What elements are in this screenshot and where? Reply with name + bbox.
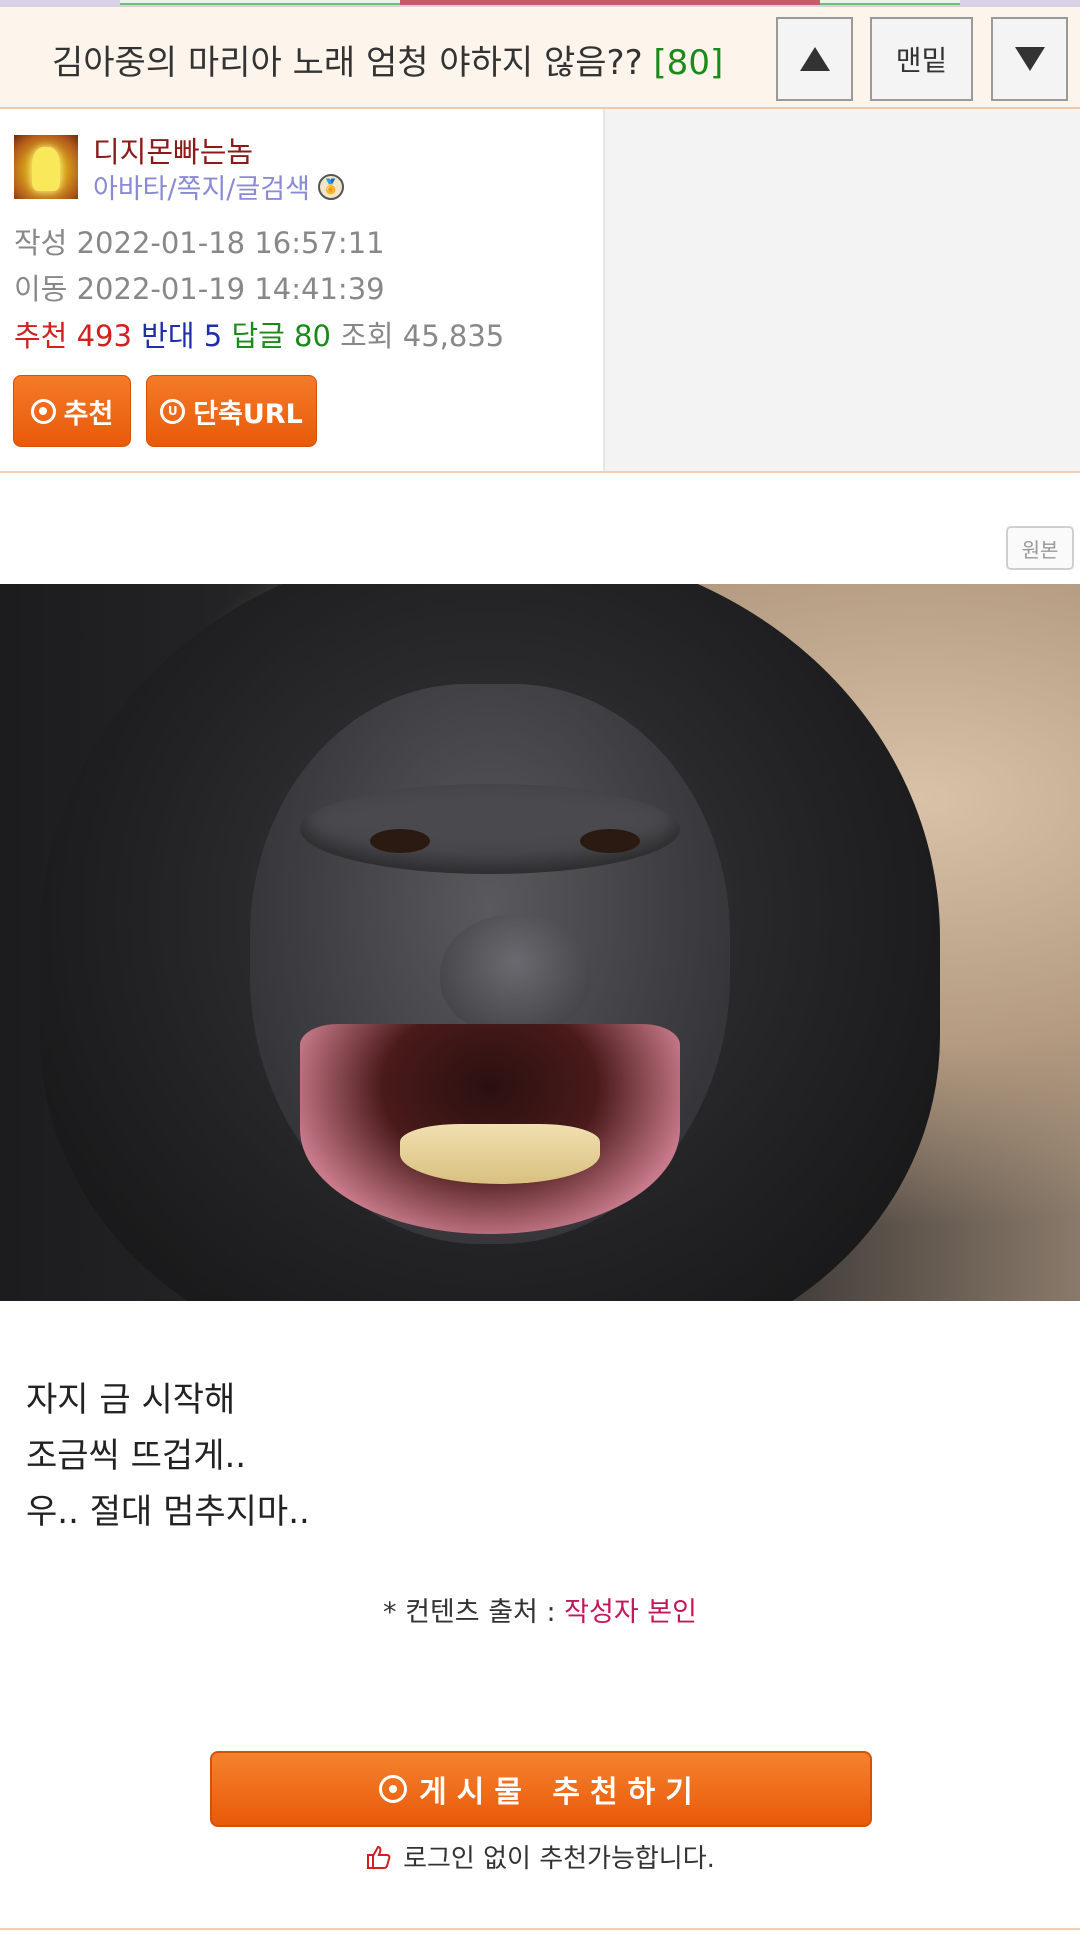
reply-label: 답글	[231, 319, 285, 353]
image-ape-eye-left	[370, 829, 430, 853]
content-source: * 컨텐츠 출처 : 작성자 본인	[0, 1590, 1080, 1629]
moved-label: 이동	[14, 272, 68, 306]
oppose-label: 반대	[141, 319, 195, 353]
views-count: 45,835	[402, 319, 505, 353]
top-strip-bar	[400, 0, 820, 5]
views-label: 조회	[340, 319, 394, 353]
avatar[interactable]	[14, 135, 78, 199]
recommend-circle-icon	[30, 398, 56, 424]
recommend-label: 추천	[14, 319, 68, 353]
original-image-button[interactable]: 원본	[1006, 526, 1074, 570]
scroll-down-button[interactable]	[991, 17, 1068, 101]
reply-count: 80	[294, 319, 331, 353]
post-body: 자지 금 시작해 조금씩 뜨겁게.. 우.. 절대 멈추지마..	[26, 1372, 310, 1540]
recommend-post-circle-icon	[379, 1775, 408, 1803]
recommend-count: 493	[76, 319, 132, 353]
medal-icon: 🏅	[317, 173, 344, 200]
written-date: 작성 2022-01-18 16:57:11	[14, 220, 385, 262]
short-url-circle-icon: U	[160, 398, 186, 424]
top-strip	[0, 0, 1080, 7]
side-panel	[605, 109, 1080, 471]
title-bar: 김아중의 마리아 노래 엄청 야하지 않음?? [80] 맨밑	[0, 7, 1080, 109]
author-links-text[interactable]: 아바타/쪽지/글검색	[93, 167, 310, 206]
triangle-down-icon	[1014, 47, 1045, 71]
recommend-button[interactable]: 추천	[13, 375, 131, 447]
recommend-post-button[interactable]: 게시물 추천하기	[210, 1751, 872, 1827]
image-ape-brow	[300, 784, 680, 874]
meta-divider	[0, 471, 1080, 473]
thumbs-up-icon	[367, 1845, 391, 1869]
post-image	[0, 584, 1080, 1301]
bottom-divider	[0, 1928, 1080, 1930]
image-ape-eye-right	[580, 829, 640, 853]
image-ape-teeth	[400, 1124, 600, 1184]
recommend-button-label: 추천	[63, 398, 114, 430]
post-title-text: 김아중의 마리아 노래 엄청 야하지 않음??	[52, 43, 643, 83]
scroll-up-button[interactable]	[776, 17, 853, 101]
written-label: 작성	[14, 226, 68, 260]
post-meta-panel: 디지몬빠는놈 아바타/쪽지/글검색 🏅 작성 2022-01-18 16:57:…	[0, 109, 605, 471]
source-prefix: * 컨텐츠 출처 :	[383, 1597, 556, 1628]
login-note: 로그인 없이 추천가능합니다.	[0, 1838, 1080, 1875]
image-ape-nose	[440, 914, 590, 1034]
post-title: 김아중의 마리아 노래 엄청 야하지 않음?? [80]	[52, 35, 723, 84]
scroll-bottom-button[interactable]: 맨밑	[870, 17, 973, 101]
triangle-up-icon	[799, 47, 830, 71]
moved-date: 이동 2022-01-19 14:41:39	[14, 266, 385, 308]
comment-count[interactable]: [80]	[653, 43, 723, 83]
avatar-figure	[32, 147, 60, 191]
short-url-button-label: 단축URL	[193, 398, 303, 430]
written-value: 2022-01-18 16:57:11	[76, 226, 385, 260]
source-value: 작성자 본인	[564, 1597, 697, 1628]
moved-value: 2022-01-19 14:41:39	[76, 272, 385, 306]
post-stats: 추천 493 반대 5 답글 80 조회 45,835	[14, 313, 504, 355]
author-name[interactable]: 디지몬빠는놈	[93, 129, 253, 171]
recommend-post-label: 게시물 추천하기	[419, 1775, 703, 1810]
oppose-count: 5	[203, 319, 223, 353]
post-body-line: 자지 금 시작해	[26, 1380, 236, 1420]
author-links: 아바타/쪽지/글검색 🏅	[93, 167, 344, 206]
post-body-line: 우.. 절대 멈추지마..	[26, 1492, 310, 1532]
short-url-button[interactable]: U 단축URL	[146, 375, 317, 447]
login-note-text: 로그인 없이 추천가능합니다.	[403, 1844, 715, 1874]
post-body-line: 조금씩 뜨겁게..	[26, 1436, 247, 1476]
